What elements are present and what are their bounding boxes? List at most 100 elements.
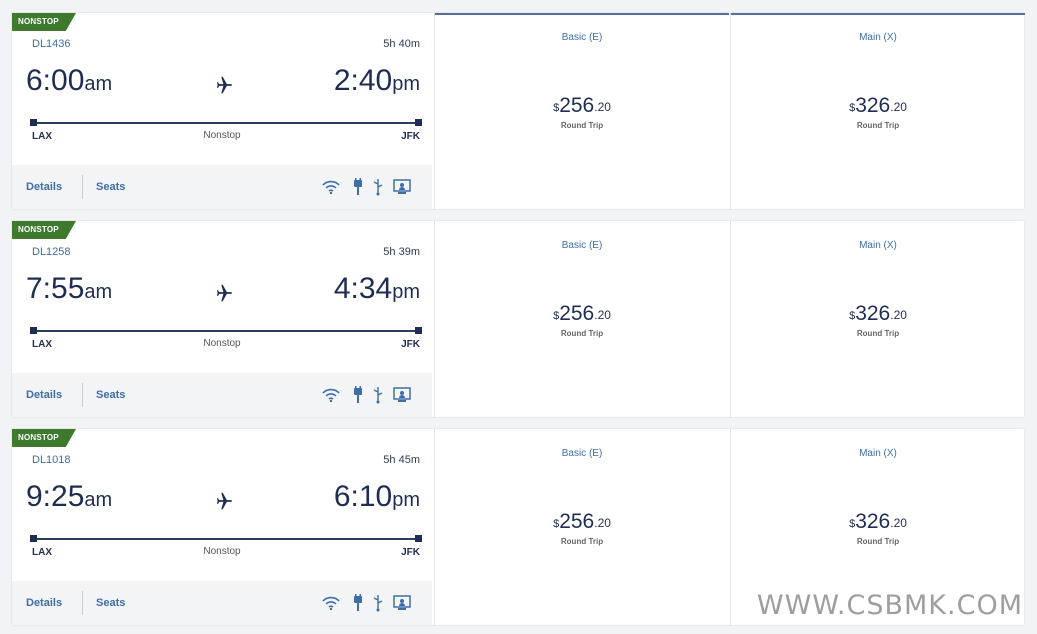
details-link[interactable]: Details [26,181,62,193]
flight-info: NONSTOP DL1018 5h 45m 9:25am 6:10pm LAX … [12,429,432,625]
seats-link[interactable]: Seats [96,597,125,609]
origin-marker [30,535,37,542]
destination-marker [415,327,422,334]
entertainment-icon[interactable] [392,386,412,404]
flight-info: NONSTOP DL1258 5h 39m 7:55am 4:34pm LAX … [12,221,432,417]
flight-footer: Details Seats [12,373,432,417]
destination-marker [415,535,422,542]
seats-link[interactable]: Seats [96,181,125,193]
trip-type: Round Trip [856,329,900,338]
fare-price: $256.20 [435,510,729,534]
destination-airport: JFK [401,547,420,558]
trip-type: Round Trip [856,537,900,546]
wifi-icon[interactable] [321,386,341,404]
flight-card: NONSTOP DL1258 5h 39m 7:55am 4:34pm LAX … [12,221,1024,417]
fare-class-name: Basic (E) [561,32,603,43]
price-currency: $ [849,102,856,114]
departure-ampm: am [84,281,113,303]
wifi-icon[interactable] [321,594,341,612]
arrival-ampm: pm [392,73,420,95]
departure-ampm: am [84,489,113,511]
arrival-time: 4:34pm [334,272,420,309]
departure-ampm: am [84,73,113,95]
fare-basic[interactable]: Basic (E) $256.20 Round Trip [434,13,729,209]
fare-class-name: Basic (E) [561,448,603,459]
nonstop-badge: NONSTOP [12,221,76,239]
airplane-icon [216,492,233,510]
nonstop-badge: NONSTOP [12,429,76,447]
fare-basic[interactable]: Basic (E) $256.20 Round Trip [434,429,729,625]
flight-number[interactable]: DL1018 [32,454,71,466]
arrival-time: 2:40pm [334,64,420,101]
flight-footer: Details Seats [12,581,432,625]
destination-marker [415,119,422,126]
origin-marker [30,327,37,334]
fare-price: $326.20 [731,510,1025,534]
entertainment-icon[interactable] [392,178,412,196]
footer-divider [82,591,83,615]
departure-time-value: 9:25 [26,480,85,513]
fare-price: $256.20 [435,302,729,326]
fare-class-name: Basic (E) [561,240,603,251]
flight-duration: 5h 40m [383,38,420,50]
destination-airport: JFK [401,339,420,350]
flight-card: NONSTOP DL1436 5h 40m 6:00am 2:40pm LAX … [12,13,1025,209]
entertainment-icon[interactable] [392,594,412,612]
fare-basic[interactable]: Basic (E) $256.20 Round Trip [434,221,729,417]
price-dollars: 326 [855,510,891,533]
seats-link[interactable]: Seats [96,389,125,401]
usb-icon[interactable] [372,178,384,196]
arrival-time: 6:10pm [334,480,420,517]
stops-label: Nonstop [203,546,241,557]
arrival-time-value: 4:34 [333,272,393,305]
fare-price: $326.20 [731,302,1025,326]
price-currency: $ [849,518,856,530]
usb-icon[interactable] [372,386,384,404]
price-dollars: 326 [855,302,891,325]
fare-top-border [435,13,729,15]
arrival-time-value: 2:40 [333,64,393,97]
price-cents: .20 [890,516,907,530]
price-dollars: 256 [559,510,595,533]
price-cents: .20 [594,308,611,322]
watermark: WWW.CSBMK.COM [756,590,1023,621]
details-link[interactable]: Details [26,597,62,609]
price-cents: .20 [890,100,907,114]
departure-time: 7:55am [26,272,112,309]
fare-class-name: Main (X) [859,448,897,459]
stops-label: Nonstop [203,130,241,141]
usb-icon[interactable] [372,594,384,612]
flight-number[interactable]: DL1436 [32,38,71,50]
flight-footer: Details Seats [12,165,432,209]
wifi-icon[interactable] [321,178,341,196]
arrival-time-value: 6:10 [333,480,393,513]
price-cents: .20 [890,308,907,322]
arrival-ampm: pm [392,281,420,303]
price-cents: .20 [594,100,611,114]
details-link[interactable]: Details [26,389,62,401]
price-dollars: 256 [559,94,595,117]
fare-price: $256.20 [435,94,729,118]
origin-marker [30,119,37,126]
stops-label: Nonstop [203,338,241,349]
airplane-icon [216,76,233,94]
airplane-icon [216,284,233,302]
fare-main[interactable]: Main (X) $326.20 Round Trip [730,13,1025,209]
price-dollars: 256 [559,302,595,325]
route-line [32,122,420,124]
price-currency: $ [553,518,560,530]
fare-main[interactable]: Main (X) $326.20 Round Trip [730,221,1025,417]
departure-time: 6:00am [26,64,112,101]
nonstop-badge: NONSTOP [12,13,76,31]
price-currency: $ [553,102,560,114]
power-icon[interactable] [352,178,364,196]
price-cents: .20 [594,516,611,530]
power-icon[interactable] [352,386,364,404]
fare-top-border [731,13,1025,15]
power-icon[interactable] [352,594,364,612]
trip-type: Round Trip [856,121,900,130]
price-dollars: 326 [855,94,891,117]
flight-number[interactable]: DL1258 [32,246,71,258]
route-line [32,330,420,332]
trip-type: Round Trip [560,121,604,130]
